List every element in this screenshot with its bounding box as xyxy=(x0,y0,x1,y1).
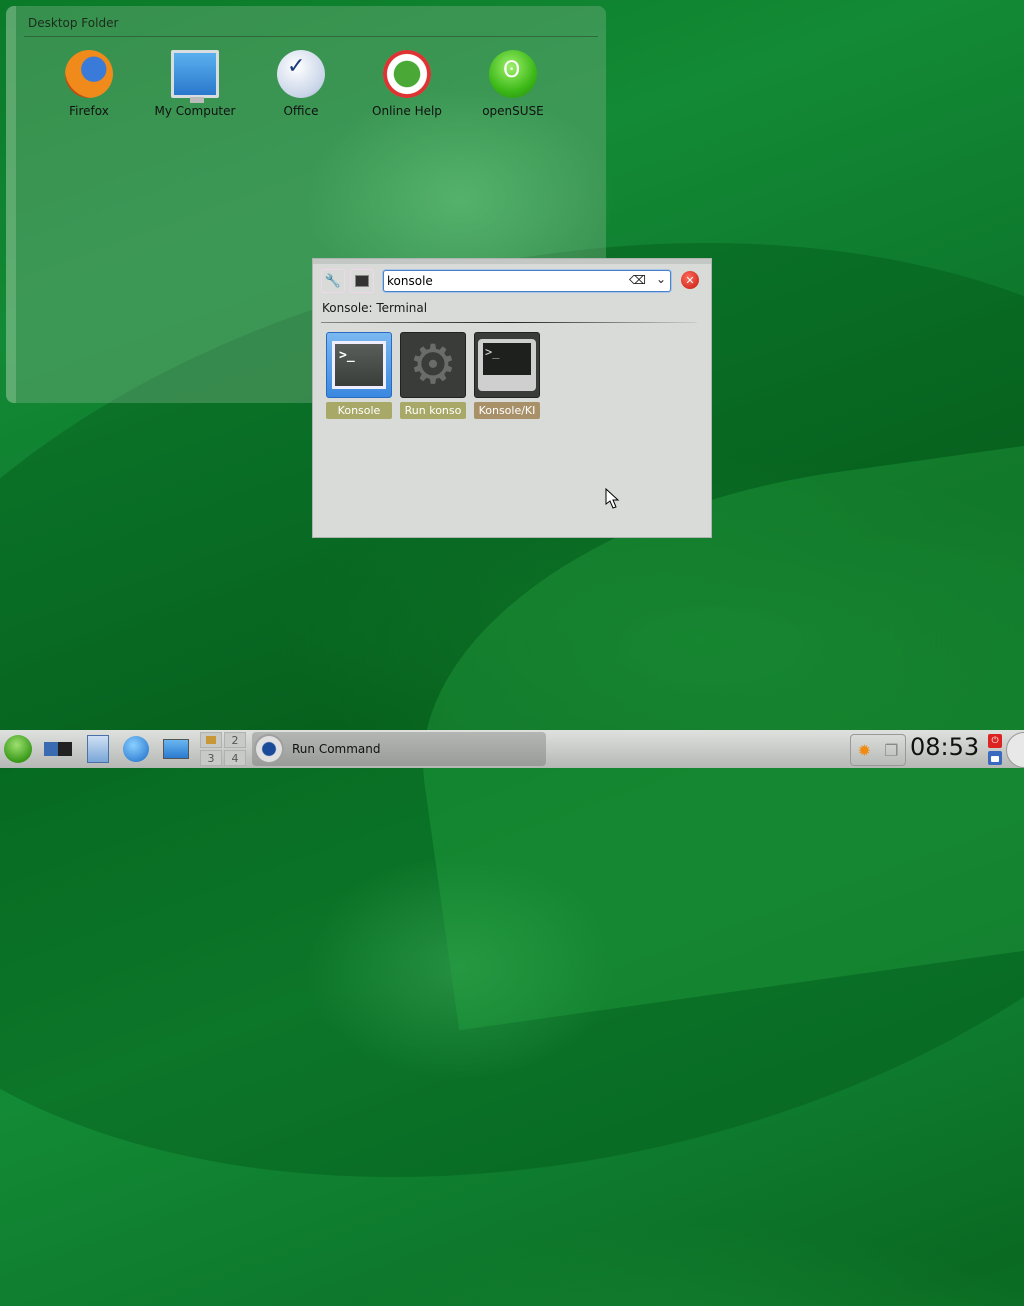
terminal-prompt: >_ xyxy=(483,343,531,375)
task-label: Run Command xyxy=(292,742,381,756)
chevron-down-icon[interactable]: ⌄ xyxy=(656,272,666,286)
help-lifebuoy-icon xyxy=(383,50,431,98)
result-item-konsole-kde[interactable]: >_ Konsole/KI xyxy=(473,332,541,419)
power-icon: ⏻ xyxy=(991,736,999,746)
wrench-icon: 🔧 xyxy=(324,273,342,289)
command-mode-button[interactable] xyxy=(350,269,374,293)
divider xyxy=(321,322,697,323)
settings-button[interactable]: 🔧 xyxy=(321,269,345,293)
mouse-cursor-icon xyxy=(605,488,620,509)
folder-divider xyxy=(24,36,598,37)
icon-label: Firefox xyxy=(69,104,109,118)
icon-label: Online Help xyxy=(372,104,442,118)
terminal-icon: >_ xyxy=(326,332,392,398)
updater-icon[interactable]: ✹ xyxy=(858,741,871,760)
pager-desktop-3[interactable]: 3 xyxy=(200,750,222,766)
firefox-icon xyxy=(65,50,113,98)
result-label: Konsole/KI xyxy=(474,402,540,419)
computer-icon xyxy=(171,50,219,103)
desktop-icon-office[interactable]: Office xyxy=(248,50,354,118)
lock-screen-button[interactable] xyxy=(988,751,1002,765)
panel-toolbox-button[interactable] xyxy=(1006,732,1024,768)
result-item-run[interactable]: ⚙ Run konso xyxy=(399,332,467,419)
command-input[interactable] xyxy=(387,272,623,290)
opensuse-menu-icon[interactable] xyxy=(4,735,32,763)
terminal-icon xyxy=(355,275,369,287)
result-label: Run konso xyxy=(400,402,466,419)
dialog-drag-handle[interactable] xyxy=(313,259,711,264)
file-manager-icon[interactable] xyxy=(84,735,112,763)
web-browser-icon[interactable] xyxy=(122,735,150,763)
command-search-field[interactable]: ⌫ ⌄ xyxy=(383,270,671,292)
result-label: Konsole xyxy=(326,402,392,419)
task-run-command[interactable]: Run Command xyxy=(252,732,546,766)
show-desktop-icon[interactable] xyxy=(162,735,190,763)
desktop-icon-firefox[interactable]: Firefox xyxy=(36,50,142,118)
terminal-prompt: >_ xyxy=(332,341,386,389)
run-command-dialog: 🔧 ⌫ ⌄ ✕ Konsole: Terminal >_ Konsole ⚙ R… xyxy=(312,258,712,538)
pager-desktop-2[interactable]: 2 xyxy=(224,732,246,748)
run-gear-icon xyxy=(254,734,284,764)
result-description: Konsole: Terminal xyxy=(322,301,428,315)
icon-label: openSUSE xyxy=(482,104,544,118)
taskbar: 2 3 4 Run Command ✹ ❐ 08:53 ⏻ xyxy=(0,730,1024,768)
lock-icon xyxy=(991,756,999,762)
close-icon: ✕ xyxy=(685,273,695,287)
desktop-pager: 2 3 4 xyxy=(200,732,246,766)
desktop-icon-my-computer[interactable]: My Computer xyxy=(142,50,248,118)
result-item-konsole[interactable]: >_ Konsole xyxy=(325,332,393,419)
pager-desktop-1[interactable] xyxy=(200,732,222,748)
office-icon xyxy=(277,50,325,98)
clear-text-icon[interactable]: ⌫ xyxy=(629,273,646,287)
network-icon[interactable] xyxy=(44,735,72,763)
close-button[interactable]: ✕ xyxy=(681,271,699,289)
system-tray: ✹ ❐ xyxy=(850,734,906,766)
pager-desktop-4[interactable]: 4 xyxy=(224,750,246,766)
gear-icon: ⚙ xyxy=(408,333,458,396)
logout-button[interactable]: ⏻ xyxy=(988,734,1002,748)
clock[interactable]: 08:53 xyxy=(910,733,979,761)
run-gear-icon: ⚙ xyxy=(400,332,466,398)
folder-title: Desktop Folder xyxy=(28,16,119,30)
opensuse-icon xyxy=(489,50,537,98)
desktop-icon-online-help[interactable]: Online Help xyxy=(354,50,460,118)
clipboard-icon[interactable]: ❐ xyxy=(884,741,898,760)
icon-label: My Computer xyxy=(154,104,236,118)
monitor-terminal-icon: >_ xyxy=(474,332,540,398)
desktop-icon-opensuse[interactable]: openSUSE xyxy=(460,50,566,118)
icon-label: Office xyxy=(283,104,319,118)
